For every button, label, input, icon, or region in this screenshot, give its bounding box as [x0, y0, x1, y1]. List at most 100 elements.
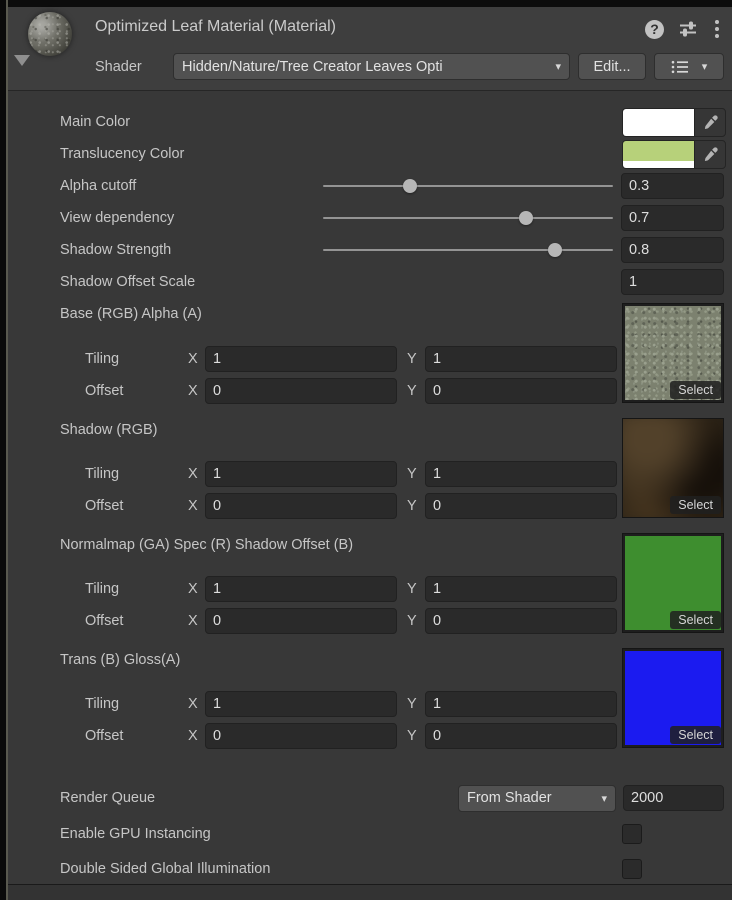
x-axis-label: X: [188, 351, 198, 367]
panel-footer: [8, 884, 732, 900]
render-queue-dropdown-value: From Shader: [467, 790, 552, 806]
x-axis-label: X: [188, 613, 198, 629]
x-axis-label: X: [188, 581, 198, 597]
gpu-instancing-label: Enable GPU Instancing: [60, 826, 211, 842]
double-sided-gi-label: Double Sided Global Illumination: [60, 861, 270, 877]
material-title: Optimized Leaf Material (Material): [95, 18, 336, 36]
shader-dropdown-value: Hidden/Nature/Tree Creator Leaves Opti: [182, 59, 443, 75]
sphere-texture: [28, 12, 72, 56]
base-texture-label: Base (RGB) Alpha (A): [60, 306, 202, 322]
base-offset-y-field[interactable]: [425, 378, 617, 404]
y-axis-label: Y: [407, 728, 417, 744]
preview-foldout-icon[interactable]: [14, 55, 30, 66]
translucency-color-value: [623, 141, 694, 161]
view-dependency-slider[interactable]: [323, 204, 613, 232]
translucency-color-swatch[interactable]: [623, 141, 695, 168]
x-axis-label: X: [188, 383, 198, 399]
shadow-strength-value[interactable]: [621, 237, 724, 263]
trans-tiling-x-field[interactable]: [205, 691, 397, 717]
main-color-value: [623, 109, 694, 129]
double-sided-gi-checkbox[interactable]: [622, 859, 642, 879]
alpha-cutoff-slider[interactable]: [323, 172, 613, 200]
x-axis-label: X: [188, 498, 198, 514]
tiling-label: Tiling: [85, 351, 119, 367]
base-tiling-y-field[interactable]: [425, 346, 617, 372]
slider-track: [323, 185, 613, 187]
offset-label: Offset: [85, 383, 123, 399]
trans-tiling-y-field[interactable]: [425, 691, 617, 717]
chevron-down-icon: ▾: [702, 60, 708, 73]
shadow-offset-scale-label: Shadow Offset Scale: [60, 274, 195, 290]
slider-thumb[interactable]: [519, 211, 533, 225]
normalmap-tiling-y-field[interactable]: [425, 576, 617, 602]
shadow-tiling-y-field[interactable]: [425, 461, 617, 487]
list-icon: [671, 60, 689, 74]
y-axis-label: Y: [407, 613, 417, 629]
shadow-offset-scale-value[interactable]: [621, 269, 724, 295]
shadow-tiling-x-field[interactable]: [205, 461, 397, 487]
slider-track: [323, 249, 613, 251]
material-header: Optimized Leaf Material (Material) ? Sha…: [8, 7, 732, 91]
presets-icon[interactable]: [678, 19, 698, 39]
render-queue-value[interactable]: [623, 785, 724, 811]
normalmap-texture-label: Normalmap (GA) Spec (R) Shadow Offset (B…: [60, 537, 353, 553]
alpha-cutoff-label: Alpha cutoff: [60, 178, 136, 194]
offset-label: Offset: [85, 613, 123, 629]
view-dependency-value[interactable]: [621, 205, 724, 231]
x-axis-label: X: [188, 466, 198, 482]
trans-offset-x-field[interactable]: [205, 723, 397, 749]
translucency-color-alpha-bar: [623, 161, 694, 168]
eyedropper-icon[interactable]: [695, 141, 725, 168]
tiling-label: Tiling: [85, 696, 119, 712]
tiling-label: Tiling: [85, 581, 119, 597]
main-color-field[interactable]: [622, 108, 726, 137]
y-axis-label: Y: [407, 696, 417, 712]
shader-label: Shader: [95, 59, 173, 75]
slider-thumb[interactable]: [548, 243, 562, 257]
y-axis-label: Y: [407, 351, 417, 367]
offset-label: Offset: [85, 728, 123, 744]
edit-shader-button[interactable]: Edit...: [578, 53, 646, 80]
shadow-texture-select-button[interactable]: Select: [670, 496, 721, 514]
trans-offset-y-field[interactable]: [425, 723, 617, 749]
inspector-panel: Optimized Leaf Material (Material) ? Sha…: [8, 7, 732, 900]
main-color-label: Main Color: [60, 114, 130, 130]
eyedropper-icon[interactable]: [695, 109, 725, 136]
translucency-color-label: Translucency Color: [60, 146, 184, 162]
y-axis-label: Y: [407, 466, 417, 482]
tiling-label: Tiling: [85, 466, 119, 482]
render-queue-label: Render Queue: [60, 790, 155, 806]
gpu-instancing-checkbox[interactable]: [622, 824, 642, 844]
trans-texture-select-button[interactable]: Select: [670, 726, 721, 744]
shadow-offset-y-field[interactable]: [425, 493, 617, 519]
normalmap-texture-select-button[interactable]: Select: [670, 611, 721, 629]
slider-track: [323, 217, 613, 219]
normalmap-offset-y-field[interactable]: [425, 608, 617, 634]
more-options-icon[interactable]: [712, 19, 722, 39]
shadow-offset-x-field[interactable]: [205, 493, 397, 519]
shader-utility-button[interactable]: ▾: [654, 53, 724, 80]
view-dependency-label: View dependency: [60, 210, 174, 226]
material-preview-sphere: [28, 12, 72, 56]
base-offset-x-field[interactable]: [205, 378, 397, 404]
y-axis-label: Y: [407, 581, 417, 597]
trans-texture-label: Trans (B) Gloss(A): [60, 652, 180, 668]
shader-dropdown[interactable]: Hidden/Nature/Tree Creator Leaves Opti ▾: [173, 53, 570, 80]
unity-material-inspector: Optimized Leaf Material (Material) ? Sha…: [0, 0, 732, 900]
render-queue-dropdown[interactable]: From Shader ▾: [458, 785, 616, 812]
help-icon[interactable]: ?: [645, 20, 664, 39]
shadow-strength-slider[interactable]: [323, 236, 613, 264]
offset-label: Offset: [85, 498, 123, 514]
base-tiling-x-field[interactable]: [205, 346, 397, 372]
translucency-color-field[interactable]: [622, 140, 726, 169]
alpha-cutoff-value[interactable]: [621, 173, 724, 199]
main-color-swatch[interactable]: [623, 109, 695, 136]
y-axis-label: Y: [407, 383, 417, 399]
slider-thumb[interactable]: [403, 179, 417, 193]
normalmap-tiling-x-field[interactable]: [205, 576, 397, 602]
normalmap-offset-x-field[interactable]: [205, 608, 397, 634]
base-texture-select-button[interactable]: Select: [670, 381, 721, 399]
x-axis-label: X: [188, 696, 198, 712]
shadow-strength-label: Shadow Strength: [60, 242, 171, 258]
shadow-texture-label: Shadow (RGB): [60, 422, 158, 438]
